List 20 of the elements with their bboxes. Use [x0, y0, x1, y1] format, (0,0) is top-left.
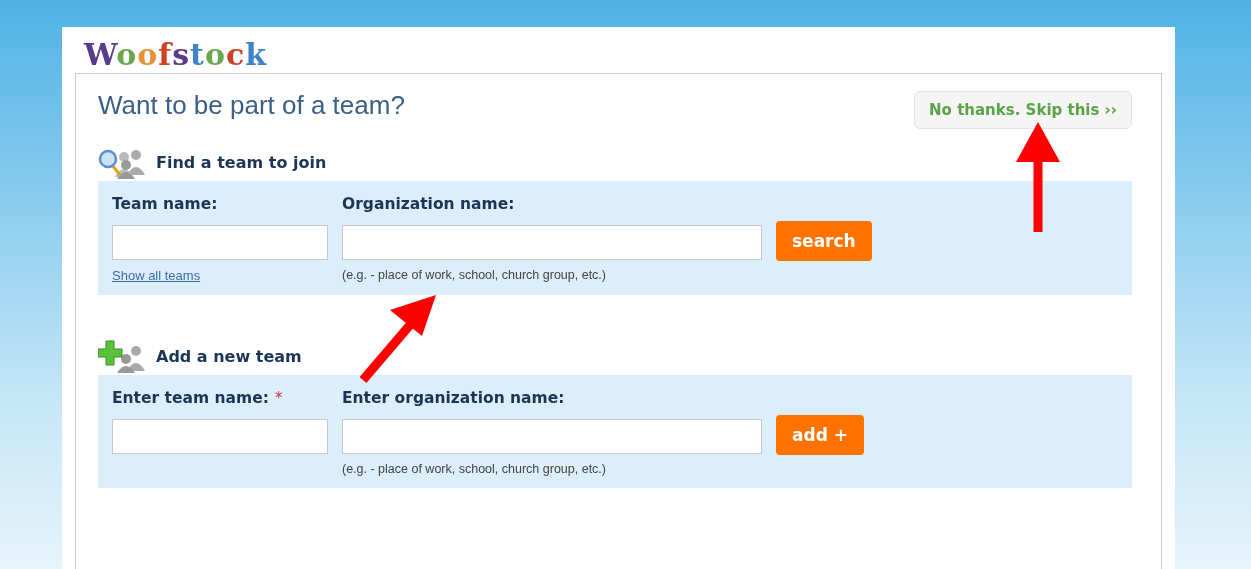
- field-label: Organization name:: [342, 195, 515, 215]
- page-heading: Want to be part of a team?: [98, 90, 405, 121]
- add-button[interactable]: add +: [776, 415, 864, 455]
- add-people-icon: [98, 339, 146, 373]
- organization-name-field[interactable]: [342, 225, 762, 260]
- skip-button[interactable]: No thanks. Skip this ››: [914, 91, 1132, 129]
- required-mark: *: [274, 389, 283, 407]
- search-button[interactable]: search: [776, 221, 872, 261]
- logo: Woofstock: [84, 37, 268, 73]
- field-hint: (e.g. - place of work, school, church group, etc.): [342, 462, 606, 476]
- organization-name-field[interactable]: [342, 419, 762, 454]
- field-label: Team name:: [112, 195, 218, 215]
- section-title: Add a new team: [156, 346, 302, 366]
- section-title: Find a team to join: [156, 152, 327, 172]
- field-label: Enter team name:: [112, 389, 269, 409]
- field-hint: (e.g. - place of work, school, church group, etc.): [342, 268, 606, 282]
- team-name-field[interactable]: [112, 225, 328, 260]
- field-label: Enter organization name:: [342, 389, 565, 409]
- show-all-teams-link[interactable]: Show all teams: [112, 268, 201, 283]
- team-name-field[interactable]: [112, 419, 328, 454]
